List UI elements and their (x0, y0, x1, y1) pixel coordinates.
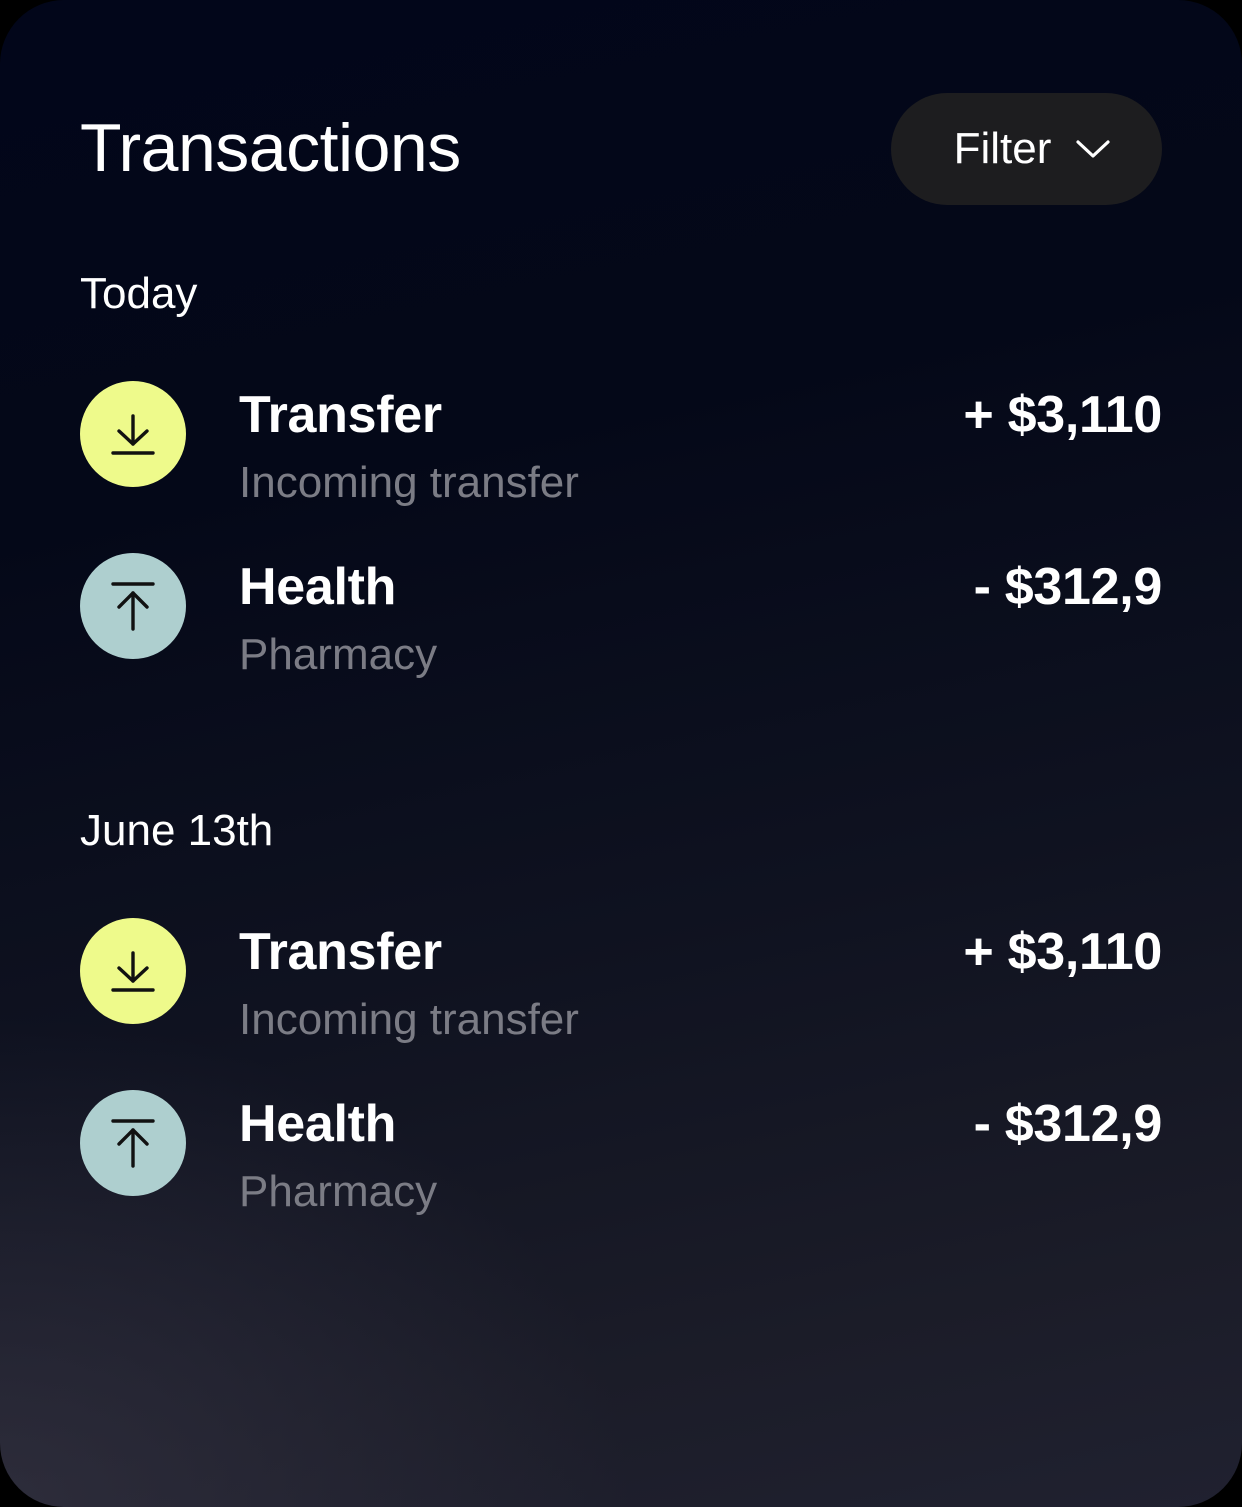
transaction-amount: + $3,110 (963, 923, 1162, 981)
transaction-title: Health (239, 558, 397, 616)
page-title: Transactions (80, 110, 461, 186)
arrow-up-from-line-icon (80, 553, 186, 659)
arrow-down-to-line-icon (80, 381, 186, 487)
transaction-title: Transfer (239, 923, 442, 981)
transaction-title: Health (239, 1095, 397, 1153)
transaction-row[interactable]: Health Pharmacy - $312,9 (80, 1090, 1162, 1220)
transaction-title: Transfer (239, 386, 442, 444)
transaction-subtitle: Pharmacy (239, 630, 438, 679)
transactions-card: Transactions Filter Today Transfer Incom… (0, 0, 1242, 1507)
section-label-june-13th: June 13th (80, 806, 274, 855)
section-label-today: Today (80, 269, 198, 318)
transaction-subtitle: Incoming transfer (239, 458, 579, 507)
transaction-subtitle: Incoming transfer (239, 995, 579, 1044)
transaction-row[interactable]: Transfer Incoming transfer + $3,110 (80, 381, 1162, 511)
transaction-subtitle: Pharmacy (239, 1167, 438, 1216)
transaction-row[interactable]: Health Pharmacy - $312,9 (80, 553, 1162, 683)
transaction-amount: + $3,110 (963, 386, 1162, 444)
transaction-row[interactable]: Transfer Incoming transfer + $3,110 (80, 918, 1162, 1048)
filter-button[interactable]: Filter (891, 93, 1162, 205)
transaction-amount: - $312,9 (973, 1095, 1163, 1153)
arrow-down-to-line-icon (80, 918, 186, 1024)
arrow-up-from-line-icon (80, 1090, 186, 1196)
chevron-down-icon (1076, 140, 1110, 158)
transaction-amount: - $312,9 (973, 558, 1163, 616)
filter-button-label: Filter (953, 124, 1052, 173)
